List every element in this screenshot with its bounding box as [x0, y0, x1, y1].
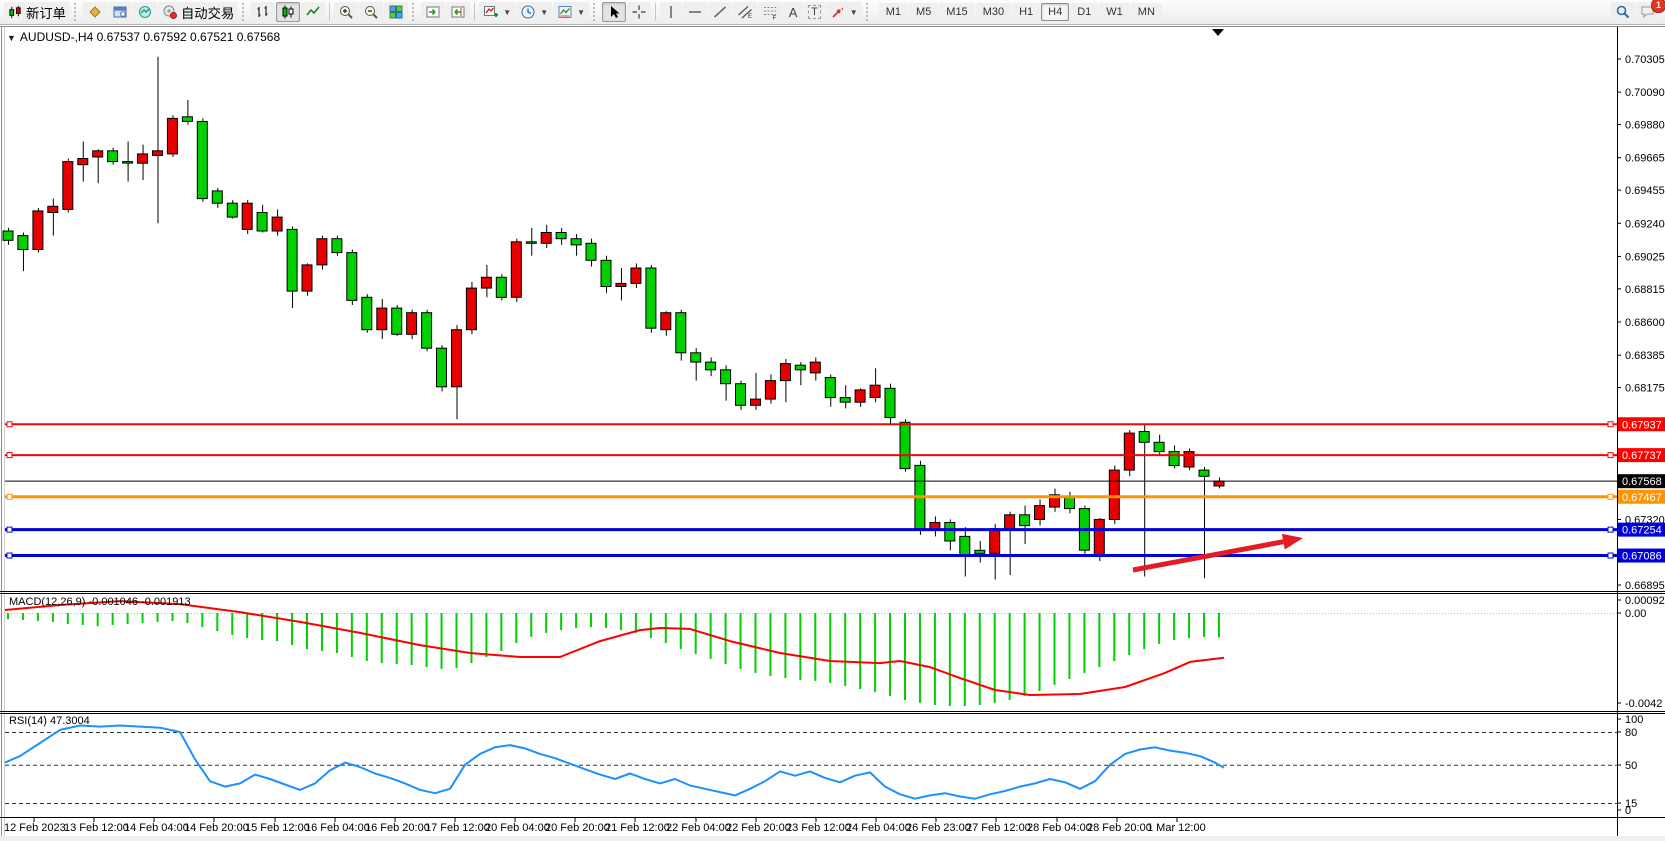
svg-text:0.69665: 0.69665 — [1625, 153, 1665, 165]
svg-text:22 Feb 04:00: 22 Feb 04:00 — [666, 822, 731, 834]
svg-text:0.67568: 0.67568 — [1622, 476, 1662, 488]
svg-text:0.67086: 0.67086 — [1622, 551, 1662, 563]
svg-text:0.68815: 0.68815 — [1625, 284, 1665, 296]
svg-text:28 Feb 20:00: 28 Feb 20:00 — [1087, 822, 1152, 834]
price-axis-badge: 0.67254 — [1618, 523, 1665, 537]
svg-text:20 Feb 04:00: 20 Feb 04:00 — [485, 822, 550, 834]
macd-indicator-label: MACD(12,26,9) -0.001046 -0.001913 — [9, 596, 191, 608]
chart-window[interactable]: 0.70305 0.70090 0.69880 0.69665 0.69455 0.692… — [0, 25, 1665, 841]
svg-text:26 Feb 23:00: 26 Feb 23:00 — [906, 822, 971, 834]
price-axis-badge: 0.67568 — [1618, 474, 1665, 488]
mt4-terminal: 新订单 自动交易 — [0, 0, 1665, 841]
chart-canvas[interactable]: 0.70305 0.70090 0.69880 0.69665 0.69455 0.692… — [0, 0, 1665, 841]
rsi-name: RSI(14) — [9, 715, 47, 727]
svg-text:17 Feb 12:00: 17 Feb 12:00 — [425, 822, 490, 834]
chart-title-ohlc: 0.67537 0.67592 0.67521 0.67568 — [97, 30, 281, 44]
svg-text:28 Feb 04:00: 28 Feb 04:00 — [1027, 822, 1092, 834]
macd-values: -0.001046 -0.001913 — [88, 596, 190, 608]
svg-text:0.68175: 0.68175 — [1625, 383, 1665, 395]
svg-text:0.67467: 0.67467 — [1622, 492, 1662, 504]
macd-name: MACD(12,26,9) — [9, 596, 85, 608]
symbol-dropdown-icon[interactable]: ▼ — [7, 33, 16, 43]
svg-text:14 Feb 20:00: 14 Feb 20:00 — [184, 822, 249, 834]
svg-text:15 Feb 12:00: 15 Feb 12:00 — [245, 822, 310, 834]
svg-text:0.67254: 0.67254 — [1622, 525, 1662, 537]
svg-text:0.66895: 0.66895 — [1625, 580, 1665, 592]
svg-text:0.69240: 0.69240 — [1625, 218, 1665, 230]
chart-title: ▼ AUDUSD-,H4 0.67537 0.67592 0.67521 0.67… — [7, 30, 280, 44]
svg-text:0.67737: 0.67737 — [1622, 450, 1662, 462]
svg-text:0.70090: 0.70090 — [1625, 87, 1665, 99]
svg-text:1 Mar 12:00: 1 Mar 12:00 — [1147, 822, 1206, 834]
svg-text:27 Feb 12:00: 27 Feb 12:00 — [966, 822, 1031, 834]
svg-text:16 Feb 04:00: 16 Feb 04:00 — [305, 822, 370, 834]
chart-title-symbol: AUDUSD-,H4 — [20, 30, 93, 44]
price-axis-badge: 0.67086 — [1618, 549, 1665, 563]
svg-text:0.67937: 0.67937 — [1622, 419, 1662, 431]
svg-text:24 Feb 04:00: 24 Feb 04:00 — [846, 822, 911, 834]
svg-text:100: 100 — [1625, 714, 1643, 726]
svg-text:23 Feb 12:00: 23 Feb 12:00 — [786, 822, 851, 834]
svg-text:16 Feb 20:00: 16 Feb 20:00 — [365, 822, 430, 834]
svg-text:0.69880: 0.69880 — [1625, 120, 1665, 132]
svg-text:20 Feb 20:00: 20 Feb 20:00 — [545, 822, 610, 834]
svg-text:0.70305: 0.70305 — [1625, 54, 1665, 66]
svg-text:50: 50 — [1625, 760, 1637, 772]
price-axis-badge: 0.67467 — [1618, 490, 1665, 504]
svg-text:21 Feb 12:00: 21 Feb 12:00 — [605, 822, 670, 834]
price-axis-badge: 0.67937 — [1618, 417, 1665, 431]
rsi-indicator-label: RSI(14) 47.3004 — [9, 715, 90, 727]
svg-text:22 Feb 20:00: 22 Feb 20:00 — [726, 822, 791, 834]
svg-text:0.69025: 0.69025 — [1625, 251, 1665, 263]
svg-text:0.000925: 0.000925 — [1625, 595, 1665, 607]
price-axis-badge: 0.67737 — [1618, 448, 1665, 462]
svg-text:0.68600: 0.68600 — [1625, 317, 1665, 329]
svg-text:0: 0 — [1625, 805, 1631, 817]
svg-text:-0.0042: -0.0042 — [1625, 698, 1662, 710]
svg-text:80: 80 — [1625, 727, 1637, 739]
svg-text:0.69455: 0.69455 — [1625, 185, 1665, 197]
svg-text:14 Feb 04:00: 14 Feb 04:00 — [124, 822, 189, 834]
svg-text:12 Feb 2023: 12 Feb 2023 — [4, 822, 66, 834]
svg-text:13 Feb 12:00: 13 Feb 12:00 — [64, 822, 129, 834]
rsi-value: 47.3004 — [50, 715, 90, 727]
svg-text:0.00: 0.00 — [1625, 608, 1646, 620]
svg-text:0.68385: 0.68385 — [1625, 350, 1665, 362]
